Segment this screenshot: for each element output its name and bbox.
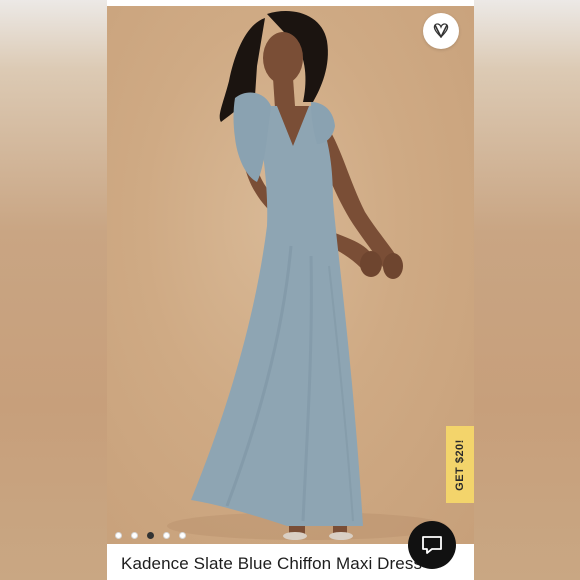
gallery-dot-1[interactable] bbox=[115, 532, 122, 539]
promo-label: GET $20! bbox=[454, 438, 466, 491]
product-page: GET $20! Kadence Slate Blue Chiffon Maxi… bbox=[107, 0, 474, 580]
gallery-dot-3-active[interactable] bbox=[147, 532, 154, 539]
gallery-pagination bbox=[115, 532, 186, 539]
chat-bubble-icon bbox=[422, 536, 442, 554]
model-illustration bbox=[167, 11, 447, 540]
product-title: Kadence Slate Blue Chiffon Maxi Dress bbox=[121, 554, 423, 573]
screenshot-stage: GET $20! Kadence Slate Blue Chiffon Maxi… bbox=[0, 0, 580, 580]
wishlist-button[interactable] bbox=[423, 13, 459, 49]
heart-v-icon bbox=[433, 23, 449, 38]
chat-button[interactable] bbox=[408, 521, 456, 569]
blurred-background-right bbox=[474, 0, 580, 580]
gallery-dot-4[interactable] bbox=[163, 532, 170, 539]
gallery-dot-2[interactable] bbox=[131, 532, 138, 539]
product-image[interactable] bbox=[107, 6, 474, 544]
gallery-dot-5[interactable] bbox=[179, 532, 186, 539]
blurred-background-left bbox=[0, 0, 107, 580]
promo-tab[interactable]: GET $20! bbox=[446, 426, 474, 503]
